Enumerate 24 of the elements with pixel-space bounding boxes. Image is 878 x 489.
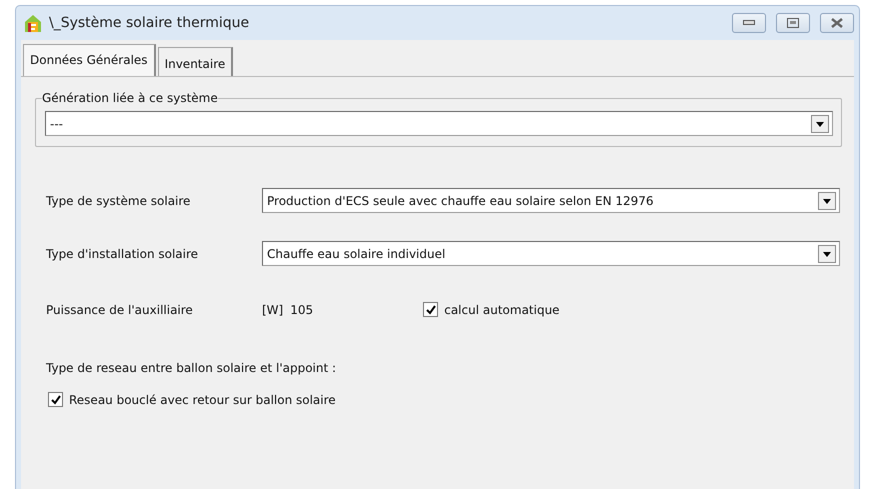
- maximize-button[interactable]: [776, 13, 810, 33]
- field-label: Type de système solaire: [46, 194, 192, 208]
- field-label: Puissance de l'auxilliaire: [46, 302, 194, 316]
- group-title: Génération liée à ce système: [42, 91, 218, 105]
- house-logo-icon: [23, 13, 43, 33]
- checkbox-label[interactable]: calcul automatique: [444, 302, 560, 316]
- unit-label: [W]: [262, 302, 284, 316]
- dropdown[interactable]: Chauffe eau solaire individuel: [262, 241, 840, 266]
- minimize-button[interactable]: [732, 13, 766, 33]
- checkbox-label[interactable]: Reseau bouclé avec retour sur ballon solaire: [69, 392, 336, 406]
- window-title: \_Système solaire thermique: [49, 15, 250, 31]
- checkbox[interactable]: [423, 302, 438, 317]
- field-label: Type d'installation solaire: [46, 246, 200, 260]
- dropdown[interactable]: Production d'ECS seule avec chauffe eau solaire selon EN 12976: [262, 188, 840, 213]
- checkbox[interactable]: [48, 392, 63, 407]
- tab[interactable]: Inventaire: [158, 47, 234, 76]
- minimize-icon: [743, 20, 755, 26]
- close-icon: [831, 18, 843, 28]
- section-heading: Type de reseau entre ballon solaire et l'appoint :: [46, 361, 336, 375]
- tab[interactable]: Données Générales: [23, 44, 156, 76]
- dropdown[interactable]: ---: [45, 111, 833, 136]
- power-value: 105: [289, 302, 314, 316]
- close-button[interactable]: [820, 13, 854, 33]
- maximize-icon: [787, 18, 799, 28]
